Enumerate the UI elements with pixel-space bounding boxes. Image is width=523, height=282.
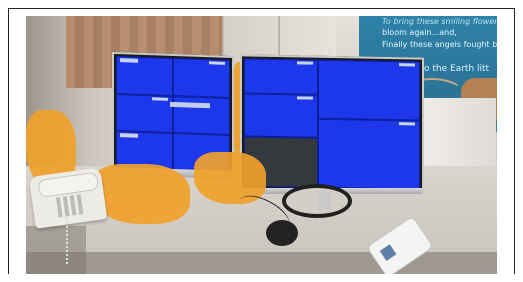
pane-title-bar bbox=[120, 58, 138, 63]
photo: To bring these smiling flowers bloom aga… bbox=[26, 16, 497, 274]
floor-shadow bbox=[26, 226, 86, 274]
camera-pane bbox=[244, 58, 318, 95]
pane-status-bar bbox=[398, 122, 415, 126]
phone-handset bbox=[37, 171, 100, 198]
remote-display bbox=[379, 244, 397, 261]
pane-status-bar bbox=[209, 61, 225, 65]
camera-pane bbox=[317, 118, 420, 190]
banner-line-2: bloom again...and, bbox=[382, 28, 457, 37]
banner-line-4: o the Earth litt bbox=[424, 64, 490, 74]
pane-status-bar bbox=[296, 95, 313, 100]
camera-pane bbox=[317, 59, 420, 121]
pane-status-bar bbox=[398, 63, 415, 67]
computer-mouse bbox=[266, 220, 298, 246]
camera-pane bbox=[116, 56, 173, 96]
phone-keypad bbox=[55, 193, 87, 218]
banner-line-1: To bring these smiling flowers bbox=[382, 17, 497, 26]
monitor-stand-neck bbox=[319, 192, 331, 210]
camera-pane bbox=[244, 93, 318, 138]
pane-status-bar bbox=[152, 96, 168, 101]
right-monitor-screen bbox=[244, 58, 420, 190]
desk-edge bbox=[26, 252, 497, 274]
phone-cord bbox=[66, 218, 74, 264]
banner-line-3: Finally these angels fought b bbox=[382, 40, 497, 49]
pane-status-bar bbox=[296, 61, 313, 65]
right-monitor bbox=[240, 54, 424, 194]
camera-pane bbox=[173, 58, 230, 98]
pane-title-bar bbox=[120, 133, 138, 139]
camera-pane bbox=[116, 93, 173, 134]
monitor-stand-base bbox=[282, 184, 352, 218]
